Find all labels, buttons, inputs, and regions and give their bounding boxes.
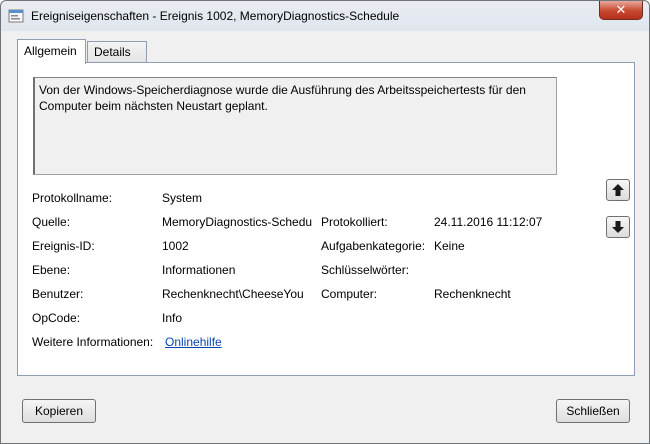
computer-label: Computer: [321, 287, 378, 301]
event-id-label: Ereignis-ID: [32, 239, 95, 253]
task-category-value: Keine [434, 239, 465, 253]
event-viewer-icon [8, 8, 24, 24]
opcode-label: OpCode: [32, 311, 81, 325]
arrow-up-icon [612, 184, 624, 196]
close-icon: ✕ [615, 2, 627, 17]
tab-general[interactable]: Allgemein [17, 39, 86, 64]
close-button[interactable]: Schließen [556, 399, 630, 423]
event-id-value: 1002 [162, 239, 189, 253]
keywords-label: Schlüsselwörter: [321, 263, 410, 277]
level-label: Ebene: [32, 263, 71, 277]
computer-value: Rechenknecht [434, 287, 511, 301]
opcode-value: Info [162, 311, 183, 325]
close-window-button[interactable]: ✕ [599, 1, 643, 20]
general-panel: Von der Windows-Speicherdiagnose wurde d… [17, 62, 635, 376]
logged-value: 24.11.2016 11:12:07 [434, 215, 543, 229]
tab-details[interactable]: Details [87, 41, 147, 63]
more-info-label: Weitere Informationen: [32, 335, 154, 349]
level-value: Informationen [162, 263, 236, 277]
next-event-button[interactable] [606, 216, 630, 238]
event-properties-window: Ereigniseigenschaften - Ereignis 1002, M… [0, 0, 650, 444]
log-name-value: System [162, 191, 203, 205]
user-label: Benutzer: [32, 287, 84, 301]
user-value: Rechenknecht\CheeseYou [162, 287, 304, 301]
copy-button[interactable]: Kopieren [22, 399, 96, 423]
logged-label: Protokolliert: [321, 215, 388, 229]
title-bar[interactable]: Ereigniseigenschaften - Ereignis 1002, M… [1, 1, 649, 31]
task-category-label: Aufgabenkategorie: [321, 239, 426, 253]
source-value: MemoryDiagnostics-Schedu [162, 215, 313, 229]
log-name-label: Protokollname: [32, 191, 113, 205]
arrow-down-icon [612, 221, 624, 233]
event-description[interactable]: Von der Windows-Speicherdiagnose wurde d… [33, 77, 557, 175]
online-help-link[interactable]: Onlinehilfe [165, 335, 222, 349]
source-label: Quelle: [32, 215, 71, 229]
previous-event-button[interactable] [606, 179, 630, 201]
window-title: Ereigniseigenschaften - Ereignis 1002, M… [31, 9, 400, 23]
